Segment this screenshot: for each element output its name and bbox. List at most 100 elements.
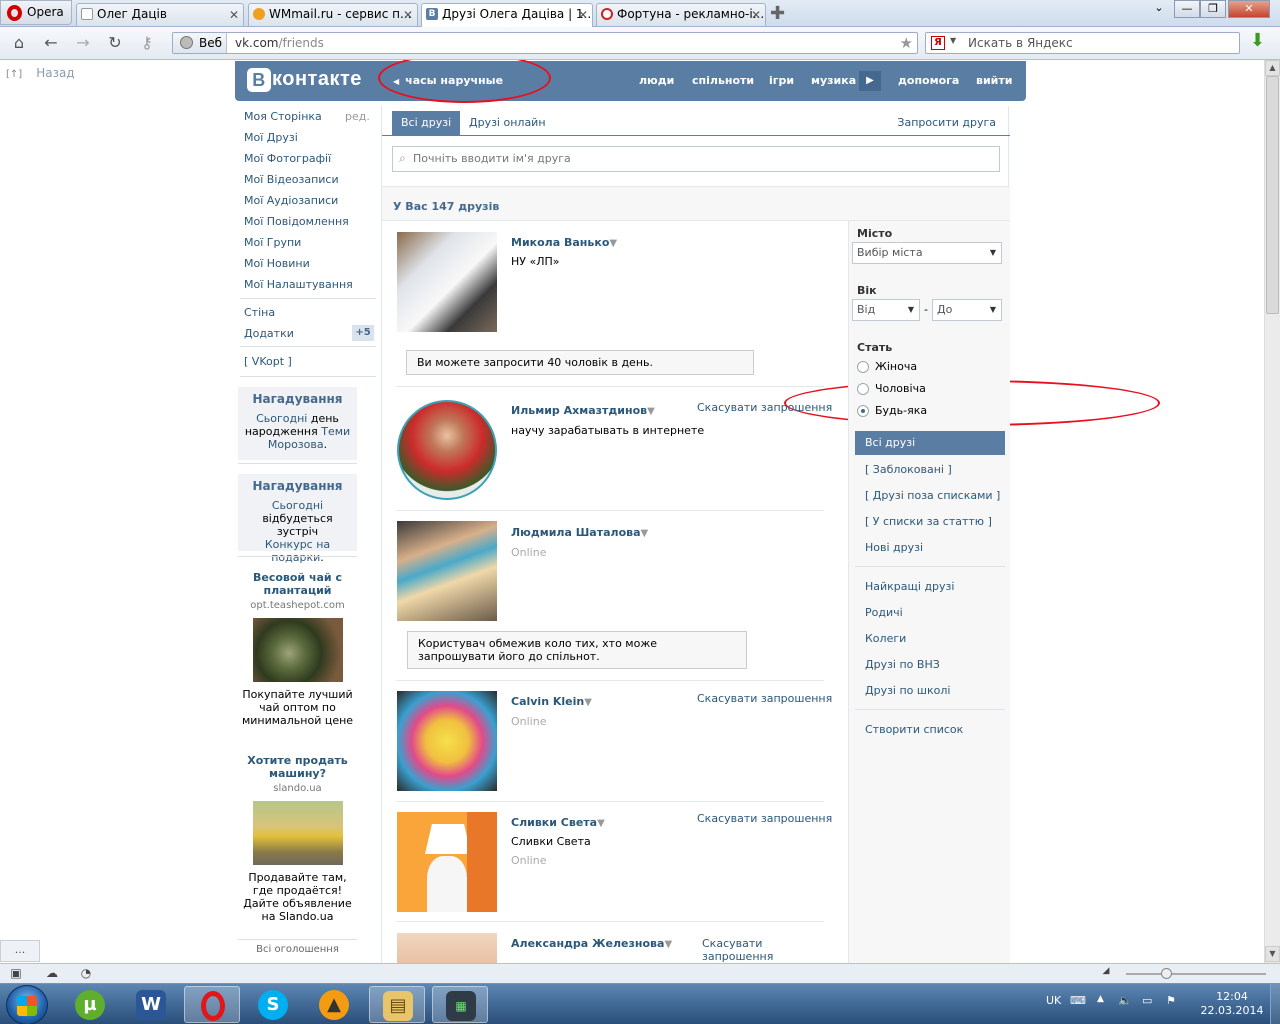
bookmark-star-icon[interactable]: ★ <box>900 34 913 52</box>
home-icon[interactable]: ⌂ <box>8 32 30 54</box>
all-ads-link[interactable]: Всі оголошення <box>238 944 357 955</box>
zoom-slider-track[interactable] <box>1126 973 1266 975</box>
panel-icon[interactable]: ▣ <box>8 966 24 982</box>
nav-help[interactable]: допомога <box>898 74 959 87</box>
list-all-friends[interactable]: Всі друзі <box>855 431 1005 455</box>
close-tab-icon[interactable]: ✕ <box>578 5 588 26</box>
nav-people[interactable]: люди <box>639 74 674 87</box>
ad-car[interactable]: Хотите продать машину? slando.ua Продава… <box>238 754 357 923</box>
invite-friend-link[interactable]: Запросити друга <box>897 111 996 135</box>
sex-any-label[interactable]: Будь-яка <box>875 404 927 417</box>
speed-dial-icon[interactable]: ◔ <box>78 966 94 982</box>
sex-male-label[interactable]: Чоловіча <box>875 382 926 395</box>
list-best-friends[interactable]: Найкращі друзі <box>865 580 954 593</box>
url-field[interactable]: Веб vk.com/friends ★ <box>172 32 918 54</box>
cancel-invite-link[interactable]: Скасувати запрошення <box>702 937 782 963</box>
tab-list-icon[interactable]: ⌄ <box>1152 0 1166 18</box>
cancel-invite-link[interactable]: Скасувати запрошення <box>697 401 832 414</box>
network-icon[interactable]: ▭ <box>1142 994 1152 1007</box>
tray-expand-icon[interactable]: ▲ <box>1097 994 1104 1004</box>
friend-name[interactable]: Ильмир Ахмaзтдинов▼ <box>511 404 655 417</box>
reminder-today-link[interactable]: Сьогодні <box>242 499 353 512</box>
taskbar-aimp[interactable]: ▲ <box>306 986 362 1023</box>
taskbar-explorer[interactable]: ▤ <box>369 986 425 1023</box>
nav-logout[interactable]: вийти <box>976 74 1012 87</box>
language-indicator[interactable]: UK <box>1046 994 1061 1007</box>
friend-menu-icon[interactable]: ▼ <box>664 939 672 950</box>
friend-avatar[interactable] <box>397 521 497 621</box>
scroll-thumb[interactable] <box>1266 76 1279 314</box>
ad-title[interactable]: Хотите продать машину? <box>238 754 357 780</box>
friend-menu-icon[interactable]: ▼ <box>609 238 617 249</box>
ad-title[interactable]: Весовой чай с плантаций <box>238 571 357 597</box>
search-engine-dropdown-icon[interactable]: ▼ <box>950 36 956 45</box>
minimize-button[interactable]: — <box>1174 0 1200 18</box>
system-clock[interactable]: 12:04 22.03.2014 <box>1200 990 1264 1018</box>
friend-menu-icon[interactable]: ▼ <box>584 697 592 708</box>
tab-fortuna[interactable]: Фортуна - рекламно-і... ✕ <box>596 3 766 26</box>
close-tab-icon[interactable]: ✕ <box>751 5 761 26</box>
zoom-slider-knob[interactable] <box>1161 968 1172 979</box>
nav-play-icon[interactable]: ▶ <box>859 71 881 91</box>
web-badge[interactable]: Веб <box>173 33 227 53</box>
friend-avatar[interactable] <box>397 232 497 332</box>
friend-avatar[interactable] <box>397 400 497 500</box>
menu-my-messages[interactable]: Мої Повідомлення <box>244 215 349 228</box>
vertical-scrollbar[interactable]: ▲ ▼ <box>1264 60 1280 963</box>
friend-search-input[interactable]: ⌕ Почніть вводити ім'я друга <box>392 146 1000 172</box>
reminder-today-link[interactable]: Сьогодні <box>256 412 307 425</box>
taskbar-word[interactable]: W <box>123 986 179 1023</box>
new-tab-button[interactable]: ✚ <box>770 3 785 24</box>
view-icon[interactable]: ◢ <box>1098 966 1114 982</box>
friend-avatar[interactable] <box>397 812 497 912</box>
tab-oleg-datsiv[interactable]: Олег Даців ✕ <box>76 3 244 26</box>
key-icon[interactable]: ⚷ <box>136 32 158 54</box>
back-to-top[interactable]: [↑] Назад <box>6 66 75 80</box>
yellow-car-image[interactable] <box>252 801 343 865</box>
friend-menu-icon[interactable]: ▼ <box>597 818 605 829</box>
list-school-friends[interactable]: Друзі по школі <box>865 684 950 697</box>
download-icon[interactable]: ⬇ <box>1250 32 1268 52</box>
list-colleagues[interactable]: Колеги <box>865 632 906 645</box>
tab-wmmail[interactable]: WMmail.ru - сервис п... ✕ <box>248 3 418 26</box>
action-center-icon[interactable]: ⚑ <box>1166 994 1176 1007</box>
age-from-select[interactable]: Від ▼ <box>852 299 920 321</box>
friend-name[interactable]: Calvin Klein▼ <box>511 695 592 708</box>
sex-radio-any[interactable] <box>857 405 869 417</box>
reminder-person-link[interactable]: Теми <box>321 425 350 438</box>
nav-games[interactable]: ігри <box>769 74 794 87</box>
show-desktop-button[interactable] <box>1270 984 1280 1024</box>
taskbar-skype[interactable]: S <box>245 986 301 1023</box>
friend-menu-icon[interactable]: ▼ <box>641 528 649 539</box>
scroll-up-icon[interactable]: ▲ <box>1265 60 1280 76</box>
search-field[interactable]: Я ▼ Искать в Яндекс <box>925 32 1240 54</box>
friend-avatar[interactable] <box>397 933 497 963</box>
friend-name[interactable]: Сливки Света▼ <box>511 816 605 829</box>
menu-edit-link[interactable]: ред. <box>345 110 370 123</box>
taskbar-monitor[interactable]: ▦ <box>432 986 488 1023</box>
taskbar-utorrent[interactable]: µ <box>62 986 118 1023</box>
menu-my-news[interactable]: Мої Новини <box>244 257 310 270</box>
friend-name[interactable]: Александра Железнова▼ <box>511 937 672 950</box>
menu-wall[interactable]: Стіна <box>244 306 275 319</box>
create-list-link[interactable]: Створити список <box>865 723 963 736</box>
tab-all-friends[interactable]: Всі друзі <box>392 111 461 135</box>
menu-my-videos[interactable]: Мої Відеозаписи <box>244 173 339 186</box>
cancel-invite-link[interactable]: Скасувати запрошення <box>697 692 832 705</box>
list-relatives[interactable]: Родичі <box>865 606 903 619</box>
menu-my-groups[interactable]: Мої Групи <box>244 236 301 249</box>
menu-my-page[interactable]: Моя Сторінка <box>244 110 322 123</box>
sex-radio-male[interactable] <box>857 383 869 395</box>
nav-music[interactable]: музика <box>811 74 856 87</box>
friend-name[interactable]: Людмила Шаталова▼ <box>511 526 648 539</box>
sex-female-label[interactable]: Жіноча <box>875 360 917 373</box>
start-button[interactable] <box>6 985 48 1024</box>
vk-logo[interactable]: Вконтакте <box>247 68 362 94</box>
list-new-friends[interactable]: Нові друзі <box>865 541 923 554</box>
volume-icon[interactable]: 🔈 <box>1118 994 1132 1007</box>
menu-my-friends[interactable]: Мої Друзі <box>244 131 298 144</box>
list-blocked[interactable]: [ Заблоковані ] <box>865 463 952 476</box>
back-icon[interactable]: ← <box>40 32 62 54</box>
menu-apps[interactable]: Додатки <box>244 327 294 340</box>
ad-tea[interactable]: Весовой чай с плантаций opt.teashepot.co… <box>238 571 357 727</box>
